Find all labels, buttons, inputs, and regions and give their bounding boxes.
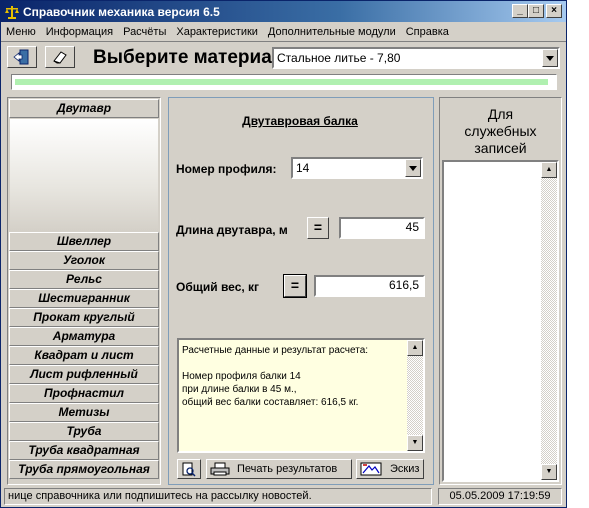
profile-type-rebar[interactable]: Арматура <box>9 327 159 346</box>
menu-item-help[interactable]: Справка <box>401 26 454 38</box>
scroll-up-button[interactable]: ▲ <box>407 340 423 356</box>
profile-type-panel: Двутавр Швеллер Уголок Рельс Шестигранни… <box>7 97 161 485</box>
profile-number-value: 14 <box>296 161 310 175</box>
calculation-panel: Двутавровая балка Номер профиля: 14 Длин… <box>168 97 434 485</box>
app-window: Справочник механика версия 6.5 _ □ × Мен… <box>0 0 567 508</box>
eraser-icon <box>53 51 67 64</box>
status-bar: ницe справочника или подпишитесь на расс… <box>1 487 566 506</box>
window-title: Справочник механика версия 6.5 <box>23 4 220 19</box>
profile-type-rect-pipe[interactable]: Труба прямоугольная <box>9 460 159 479</box>
notes-memo[interactable]: ▲ ▼ <box>442 160 559 482</box>
profile-type-square-pipe[interactable]: Труба квадратная <box>9 441 159 460</box>
scales-icon <box>5 5 19 19</box>
toolbar: Выберите материал Стальное литье - 7,80 <box>1 44 566 72</box>
profile-type-corrugated[interactable]: Профнастил <box>9 384 159 403</box>
material-label: Выберите материал <box>93 47 284 68</box>
profile-type-checker-plate[interactable]: Лист рифленный <box>9 365 159 384</box>
status-message: ницe справочника или подпишитесь на расс… <box>4 488 432 505</box>
total-weight-label: Общий вес, кг <box>176 280 260 294</box>
total-weight-input[interactable]: 616,5 <box>314 275 425 297</box>
print-results-label: Печать результатов <box>237 463 338 475</box>
profile-type-rail[interactable]: Рельс <box>9 270 159 289</box>
exit-door-icon <box>13 49 29 65</box>
length-equals-button[interactable]: = <box>307 217 329 239</box>
i-beam-panel-body <box>10 119 158 231</box>
print-results-button[interactable]: Печать результатов <box>206 459 352 479</box>
profile-type-pipe[interactable]: Труба <box>9 422 159 441</box>
menu-item-characteristics[interactable]: Характеристики <box>171 26 263 38</box>
chevron-down-icon <box>546 55 554 61</box>
scroll-down-button[interactable]: ▼ <box>541 464 557 480</box>
title-bar[interactable]: Справочник механика версия 6.5 _ □ × <box>1 1 566 22</box>
preview-button[interactable] <box>177 459 201 479</box>
profile-type-hexagon[interactable]: Шестигранник <box>9 289 159 308</box>
profile-type-round-bar[interactable]: Прокат круглый <box>9 308 159 327</box>
profile-number-label: Номер профиля: <box>176 162 277 176</box>
profile-type-fasteners[interactable]: Метизы <box>9 403 159 422</box>
progress-fill <box>15 79 548 85</box>
results-scrollbar[interactable]: ▲ ▼ <box>407 340 423 451</box>
exit-button[interactable] <box>7 46 37 68</box>
close-button[interactable]: × <box>546 4 562 18</box>
sketch-icon <box>360 462 382 476</box>
menu-item-info[interactable]: Информация <box>41 26 118 38</box>
menu-item-menu[interactable]: Меню <box>1 26 41 38</box>
weight-equals-button[interactable]: = <box>283 274 307 298</box>
menu-item-calculations[interactable]: Расчёты <box>118 26 171 38</box>
menu-bar: Меню Информация Расчёты Характеристики Д… <box>1 23 566 42</box>
maximize-button[interactable]: □ <box>528 4 544 18</box>
notes-title: Для служебных записей <box>464 106 537 156</box>
status-datetime: 05.05.2009 17:19:59 <box>438 488 562 505</box>
chevron-down-icon <box>409 165 417 171</box>
beam-length-input[interactable]: 45 <box>339 217 425 239</box>
profile-type-i-beam[interactable]: Двутавр <box>9 99 159 118</box>
menu-item-modules[interactable]: Дополнительные модули <box>263 26 401 38</box>
material-value: Стальное литье - 7,80 <box>277 51 401 65</box>
notes-scrollbar[interactable]: ▲ ▼ <box>541 162 557 480</box>
clear-button[interactable] <box>45 46 75 68</box>
material-select[interactable]: Стальное литье - 7,80 <box>272 47 560 69</box>
print-preview-icon <box>182 462 196 477</box>
sketch-label: Эскиз <box>390 463 420 475</box>
printer-icon <box>210 462 230 476</box>
profile-type-square-sheet[interactable]: Квадрат и лист <box>9 346 159 365</box>
notes-panel: Для служебных записей ▲ ▼ <box>439 97 562 485</box>
minimize-button[interactable]: _ <box>512 4 528 18</box>
results-memo[interactable]: Расчетные данные и результат расчета: Но… <box>177 338 425 453</box>
profile-number-select[interactable]: 14 <box>291 157 423 179</box>
profile-number-dropdown[interactable] <box>405 159 421 177</box>
profile-type-angle[interactable]: Уголок <box>9 251 159 270</box>
progress-bar <box>11 74 557 90</box>
scroll-down-button[interactable]: ▼ <box>407 435 423 451</box>
beam-length-label: Длина двутавра, м <box>176 223 288 237</box>
sketch-button[interactable]: Эскиз <box>356 459 424 479</box>
material-dropdown-button[interactable] <box>542 49 558 67</box>
panel-heading: Двутавровая балка <box>242 114 358 128</box>
scroll-up-button[interactable]: ▲ <box>541 162 557 178</box>
results-text: Расчетные данные и результат расчета: Но… <box>182 345 369 408</box>
profile-type-channel[interactable]: Швеллер <box>9 232 159 251</box>
